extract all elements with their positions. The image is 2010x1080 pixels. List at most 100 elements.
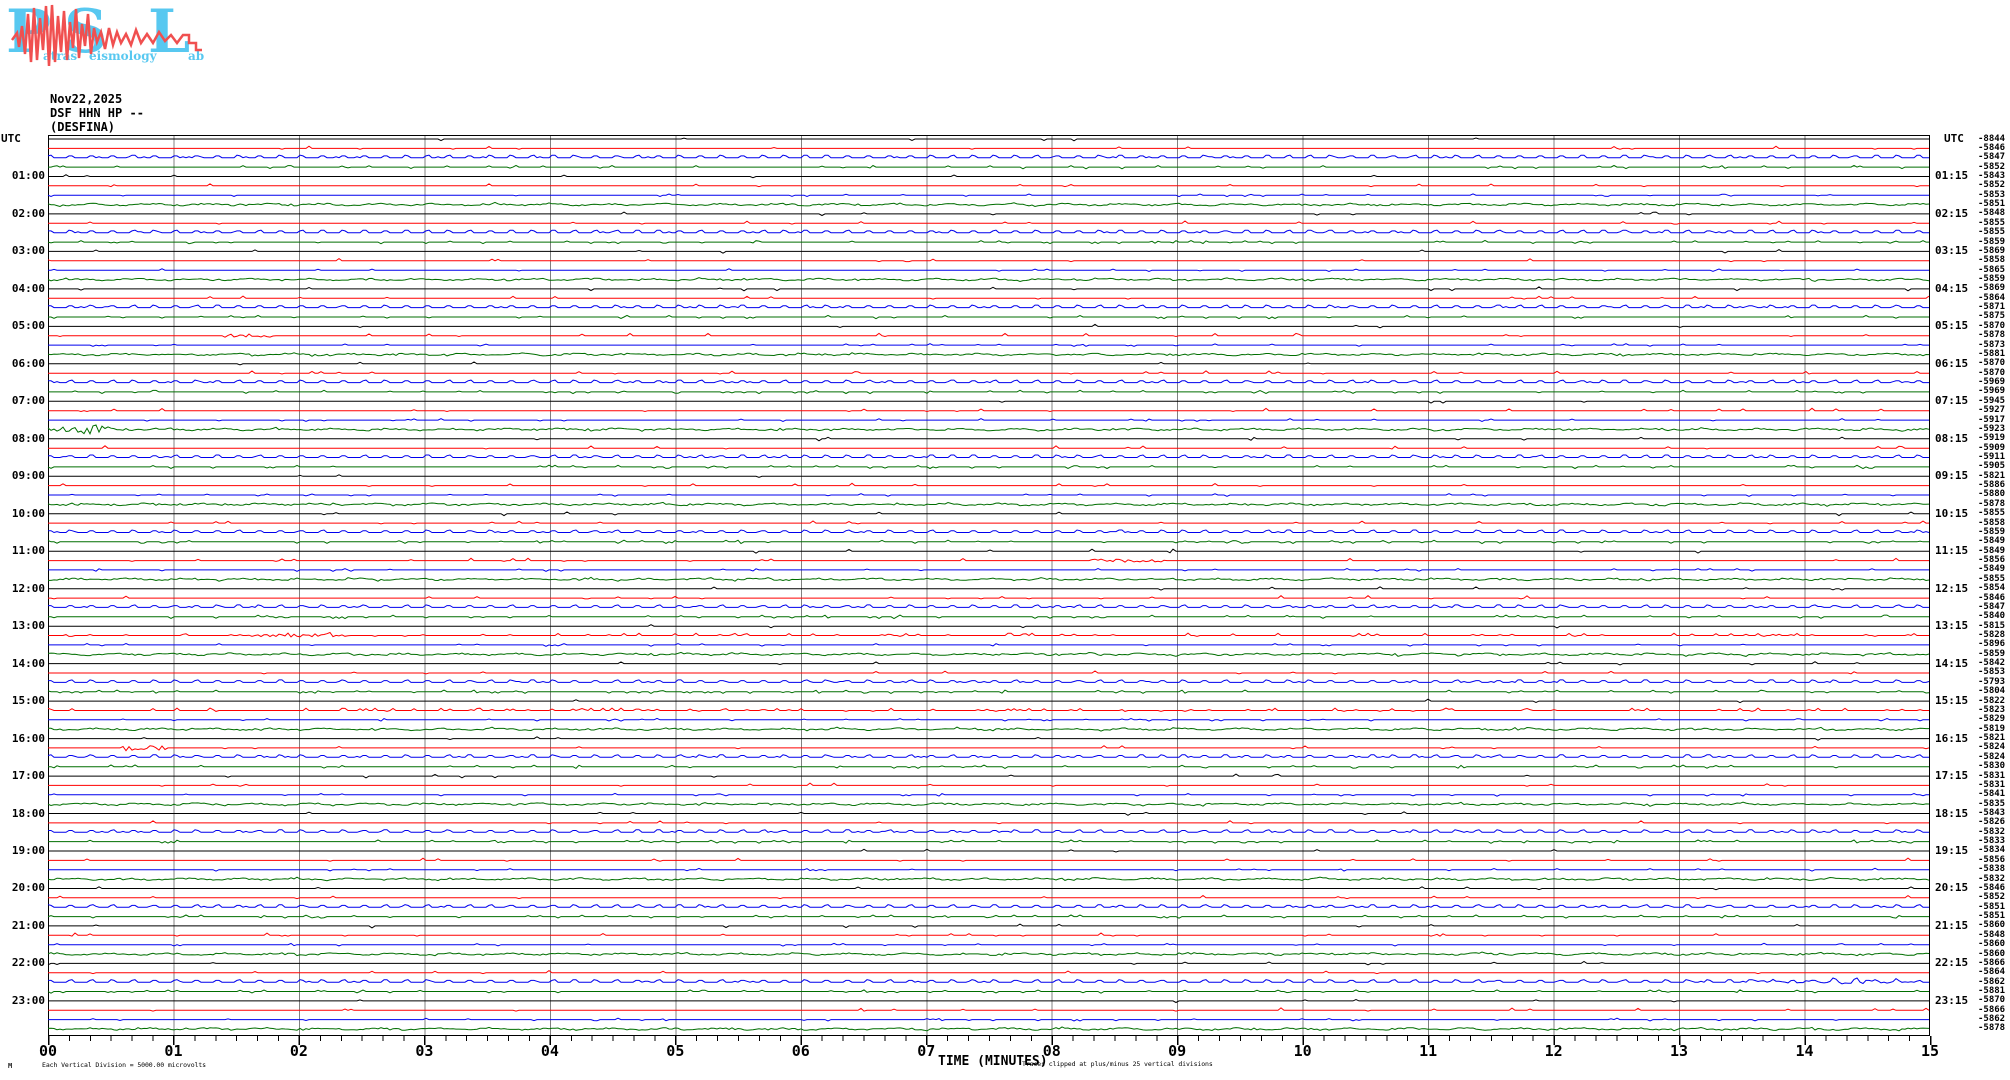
trace-18:30: [48, 829, 1929, 833]
hour-label-right-19: 19:15: [1935, 843, 1969, 857]
trace-21:00: [48, 923, 1929, 929]
trace-20:30: [47, 904, 1929, 908]
hour-label-left-12: 12:00: [11, 581, 45, 595]
trace-10:30: [48, 529, 1930, 534]
trace-13:45: [47, 651, 1930, 657]
hour-label-right-20: 20:15: [1935, 881, 1969, 895]
axis-tick-label-5: 05: [666, 1042, 685, 1060]
trace-11:45: [48, 576, 1930, 582]
axis-tick-label-14: 14: [1795, 1042, 1814, 1060]
trace-04:00: [48, 286, 1929, 292]
axis-tick-label-12: 12: [1544, 1042, 1563, 1060]
utc-label-left: UTC: [1, 132, 21, 145]
trace-19:00: [48, 848, 1929, 853]
trace-offset-32: -5919: [1978, 433, 2006, 444]
trace-05:00: [48, 323, 1929, 329]
trace-19:45: [47, 876, 1930, 882]
trace-14:00: [48, 661, 1929, 666]
trace-offset-78: -5838: [1978, 864, 2006, 875]
hour-label-left-8: 08:00: [11, 431, 45, 445]
trace-22:00: [47, 960, 1929, 966]
trace-04:30: [48, 304, 1929, 309]
trace-21:15: [48, 932, 1929, 937]
trace-17:45: [47, 801, 1930, 807]
hour-label-left-23: 23:00: [11, 993, 45, 1007]
trace-11:15: [48, 557, 1929, 563]
trace-offset-59: -5804: [1978, 686, 2006, 697]
trace-15:00: [48, 698, 1929, 704]
trace-02:15: [48, 220, 1929, 225]
trace-offset-62: -5829: [1978, 714, 2006, 725]
trace-offset-86: -5860: [1978, 939, 2006, 950]
hour-label-right-7: 07:15: [1935, 394, 1969, 408]
hour-label-right-9: 09:15: [1935, 469, 1969, 483]
trace-14:45: [47, 689, 1930, 694]
hour-label-right-16: 16:15: [1935, 731, 1969, 745]
trace-offset-10: -5855: [1978, 227, 2006, 238]
trace-16:00: [48, 736, 1929, 741]
axis-tick-label-0: 00: [38, 1042, 58, 1060]
hour-label-left-16: 16:00: [11, 731, 45, 745]
trace-10:15: [48, 520, 1929, 525]
trace-00:00: [48, 137, 1929, 142]
hour-label-right-5: 05:15: [1935, 319, 1969, 333]
trace-16:45: [48, 764, 1929, 770]
hour-label-right-12: 12:15: [1935, 581, 1969, 595]
footer-mark: M: [8, 1062, 13, 1070]
hour-label-right-6: 06:15: [1935, 356, 1969, 370]
hour-label-left-13: 13:00: [11, 619, 45, 633]
hour-label-left-7: 07:00: [11, 394, 45, 408]
trace-03:30: [48, 268, 1929, 273]
logo-seismic-waveform-icon: [10, 4, 202, 67]
hour-label-left-15: 15:00: [11, 694, 45, 708]
trace-22:15: [48, 969, 1929, 975]
header-station: (DESFINA): [50, 120, 116, 134]
hour-label-right-15: 15:15: [1935, 694, 1969, 708]
trace-13:30: [48, 642, 1929, 647]
trace-17:00: [48, 773, 1929, 779]
trace-04:15: [48, 295, 1930, 300]
trace-22:30: [48, 977, 1929, 985]
trace-23:15: [48, 1007, 1930, 1012]
trace-01:30: [47, 193, 1929, 198]
axis-tick-label-6: 06: [791, 1042, 810, 1060]
trace-05:45: [47, 352, 1930, 357]
trace-17:30: [48, 792, 1929, 797]
hour-label-right-21: 21:15: [1935, 918, 1969, 932]
trace-02:30: [48, 229, 1929, 234]
trace-02:45: [47, 239, 1929, 245]
trace-11:00: [48, 548, 1929, 554]
trace-14:30: [48, 679, 1930, 683]
trace-14:15: [48, 670, 1929, 675]
trace-offset-13: -5858: [1978, 255, 2006, 266]
hour-label-left-18: 18:00: [11, 806, 45, 820]
trace-08:30: [48, 454, 1929, 459]
hour-label-left-4: 04:00: [11, 281, 45, 295]
trace-21:45: [47, 951, 1930, 957]
hour-label-left-14: 14:00: [11, 656, 45, 670]
hour-label-left-22: 22:00: [11, 956, 45, 970]
trace-06:00: [48, 361, 1929, 366]
trace-19:30: [48, 867, 1929, 872]
trace-offset-2: -5847: [1978, 152, 2006, 163]
trace-03:45: [47, 277, 1930, 283]
trace-12:45: [48, 614, 1929, 620]
trace-10:00: [48, 511, 1929, 517]
trace-23:00: [48, 999, 1929, 1004]
trace-06:15: [48, 370, 1929, 375]
trace-09:45: [47, 501, 1930, 507]
trace-offset-21: -5878: [1978, 330, 2006, 341]
hour-label-right-3: 03:15: [1935, 244, 1969, 258]
trace-01:15: [48, 183, 1929, 188]
hour-label-left-11: 11:00: [11, 544, 45, 558]
hour-label-left-5: 05:00: [11, 319, 45, 333]
trace-07:15: [48, 407, 1929, 413]
trace-12:30: [48, 604, 1929, 608]
trace-06:30: [48, 379, 1929, 384]
trace-offset-5: -5852: [1978, 180, 2006, 191]
hour-label-left-2: 02:00: [11, 206, 45, 220]
hour-label-left-21: 21:00: [11, 918, 45, 932]
hour-label-left-9: 09:00: [11, 469, 45, 483]
trace-offset-43: -5849: [1978, 536, 2006, 547]
hour-label-right-2: 02:15: [1935, 206, 1969, 220]
